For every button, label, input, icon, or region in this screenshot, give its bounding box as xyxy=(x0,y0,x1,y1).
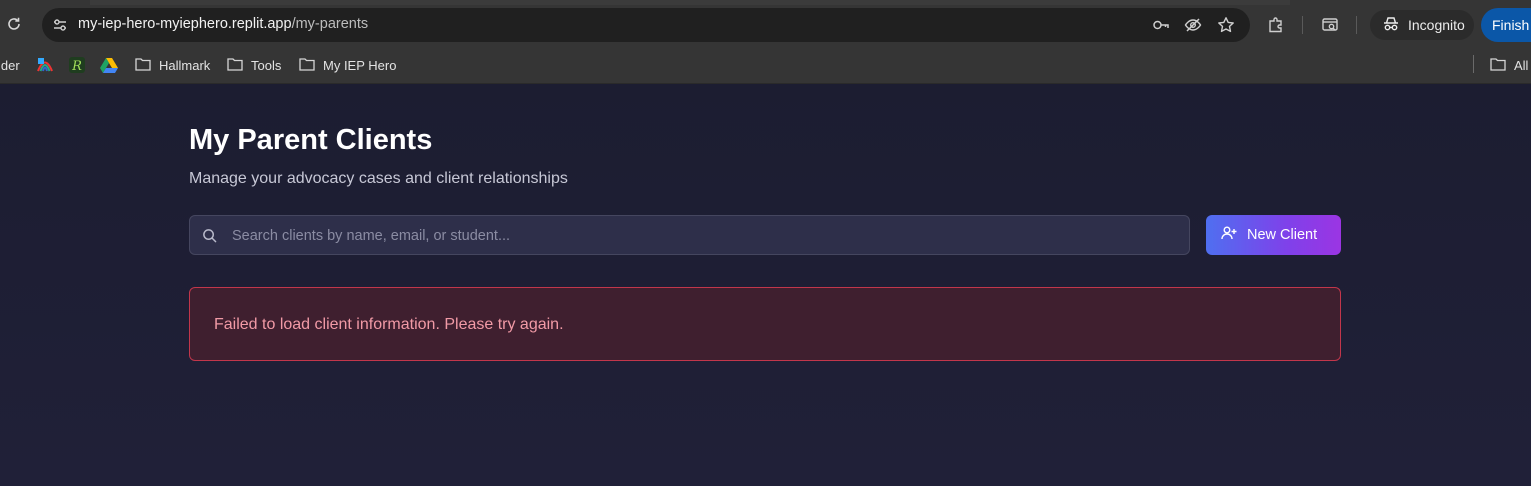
search-icon xyxy=(201,227,217,243)
rainbow-logo-icon[interactable] xyxy=(36,54,54,76)
bookmarks-divider xyxy=(1473,55,1474,73)
incognito-profile-button[interactable]: Incognito xyxy=(1370,10,1474,40)
bookmark-folder-all[interactable]: All xyxy=(1490,54,1528,76)
folder-icon xyxy=(135,57,151,74)
bookmark-folder-hallmark[interactable]: Hallmark xyxy=(135,54,210,76)
tab-strip-edge xyxy=(90,0,1290,5)
bookmarks-bar: lder R Hallmark Tools My IEP Hero All xyxy=(0,48,1531,84)
toolbar-divider xyxy=(1302,16,1303,34)
tab-search-icon[interactable] xyxy=(1320,15,1340,35)
bookmark-label: Tools xyxy=(251,57,282,73)
bookmark-folder-tools[interactable]: Tools xyxy=(227,54,281,76)
bookmark-label: lder xyxy=(0,57,20,73)
page-content: My Parent Clients Manage your advocacy c… xyxy=(0,84,1531,486)
svg-text:R: R xyxy=(71,59,82,74)
url-text[interactable]: my-iep-hero-myiephero.replit.app/my-pare… xyxy=(78,16,368,32)
page-title: My Parent Clients xyxy=(189,124,433,156)
browser-toolbar: my-iep-hero-myiephero.replit.app/my-pare… xyxy=(0,0,1531,48)
new-client-label: New Client xyxy=(1247,227,1318,243)
folder-icon xyxy=(227,57,243,74)
eye-off-icon[interactable] xyxy=(1184,16,1202,34)
bookmark-label: All xyxy=(1514,57,1529,73)
page-subtitle: Manage your advocacy cases and client re… xyxy=(189,170,568,187)
url-path: /my-parents xyxy=(291,16,369,32)
search-input[interactable] xyxy=(230,216,1174,256)
finish-button[interactable]: Finish xyxy=(1481,8,1531,42)
folder-icon xyxy=(299,57,315,74)
google-drive-icon[interactable] xyxy=(100,54,118,76)
add-user-icon xyxy=(1221,225,1237,245)
address-bar[interactable]: my-iep-hero-myiephero.replit.app/my-pare… xyxy=(42,8,1250,42)
incognito-label: Incognito xyxy=(1408,17,1465,33)
folder-icon xyxy=(1490,57,1506,74)
new-client-button[interactable]: New Client xyxy=(1206,215,1341,255)
key-icon[interactable] xyxy=(1152,16,1170,34)
site-info-icon[interactable] xyxy=(50,15,70,35)
bookmark-label: My IEP Hero xyxy=(323,57,397,73)
incognito-icon xyxy=(1382,15,1400,36)
bookmark-label: Hallmark xyxy=(159,57,211,73)
toolbar-divider xyxy=(1356,16,1357,34)
bookmark-folder-my-iep-hero[interactable]: My IEP Hero xyxy=(299,54,396,76)
bookmark-folder[interactable]: lder xyxy=(0,54,20,76)
search-bar[interactable] xyxy=(189,215,1190,256)
url-host: my-iep-hero-myiephero.replit.app xyxy=(78,16,292,32)
r-logo-icon[interactable]: R xyxy=(68,54,86,76)
reload-icon[interactable] xyxy=(4,14,24,34)
error-alert: Failed to load client information. Pleas… xyxy=(189,287,1341,361)
error-message: Failed to load client information. Pleas… xyxy=(214,316,564,333)
star-icon[interactable] xyxy=(1217,16,1235,34)
extensions-icon[interactable] xyxy=(1266,15,1286,35)
